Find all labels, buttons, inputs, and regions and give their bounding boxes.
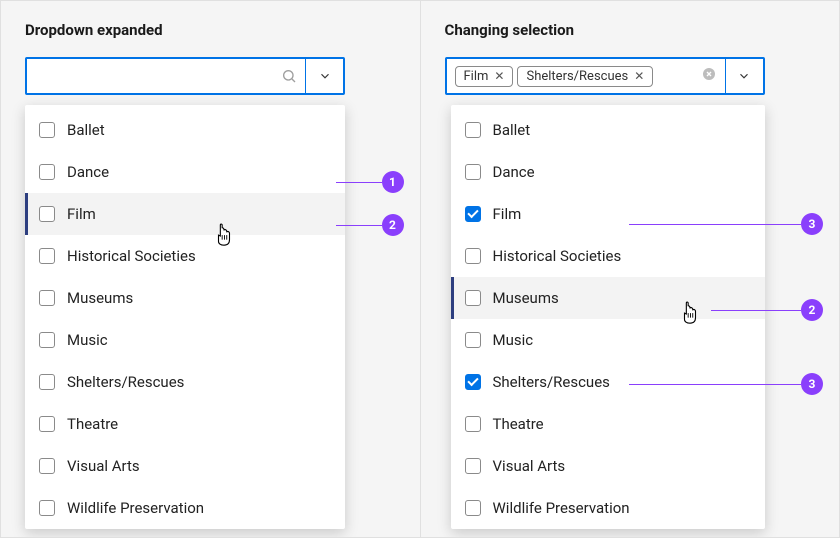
annotation: 2 (336, 214, 404, 236)
option-checkbox[interactable] (39, 374, 55, 390)
combo-input-area[interactable]: Film ✕ Shelters/Rescues ✕ (447, 59, 725, 93)
option-row[interactable]: Music (25, 319, 345, 361)
annotation: 3 (629, 373, 823, 395)
option-checkbox[interactable] (39, 332, 55, 348)
chevron-down-icon (318, 69, 332, 83)
option-checkbox[interactable] (39, 500, 55, 516)
option-row[interactable]: Museums (25, 277, 345, 319)
option-row[interactable]: Theatre (25, 403, 345, 445)
option-checkbox[interactable] (465, 500, 481, 516)
option-checkbox[interactable] (465, 332, 481, 348)
option-label: Shelters/Rescues (67, 373, 184, 391)
panel-changing-selection: Changing selection Film✕Shelters/Rescues… (421, 0, 840, 538)
panel-dropdown-expanded: Dropdown expanded Ballet Dance Film Histori… (0, 0, 421, 538)
annotation: 2 (711, 299, 823, 321)
option-label: Dance (493, 163, 535, 181)
combo-input-area[interactable] (27, 59, 305, 93)
option-row[interactable]: Dance (451, 151, 765, 193)
option-checkbox[interactable] (39, 122, 55, 138)
multiselect-combo[interactable] (25, 57, 345, 95)
option-checkbox[interactable] (465, 164, 481, 180)
canvas: Dropdown expanded Ballet Dance Film Histori… (0, 0, 840, 538)
option-checkbox[interactable] (39, 416, 55, 432)
option-label: Historical Societies (67, 247, 196, 265)
option-checkbox[interactable] (39, 206, 55, 222)
option-label: Film (67, 205, 96, 223)
panel-title: Dropdown expanded (25, 21, 396, 39)
option-checkbox[interactable] (465, 374, 481, 390)
chip-remove-icon[interactable]: ✕ (494, 70, 504, 82)
option-label: Theatre (67, 415, 118, 433)
option-label: Wildlife Preservation (67, 499, 204, 517)
option-checkbox[interactable] (39, 290, 55, 306)
annotation-badge: 1 (382, 171, 404, 193)
option-row[interactable]: Wildlife Preservation (451, 487, 765, 529)
option-label: Ballet (67, 121, 105, 139)
option-label: Visual Arts (67, 457, 140, 475)
option-checkbox[interactable] (39, 458, 55, 474)
chip-label: Shelters/Rescues (526, 69, 628, 84)
annotation-badge: 2 (801, 299, 823, 321)
clear-all-icon[interactable] (701, 66, 717, 86)
option-label: Historical Societies (493, 247, 622, 265)
option-row[interactable]: Historical Societies (451, 235, 765, 277)
option-label: Theatre (493, 415, 544, 433)
option-row[interactable]: Historical Societies (25, 235, 345, 277)
option-checkbox[interactable] (465, 458, 481, 474)
multiselect-combo[interactable]: Film ✕ Shelters/Rescues ✕ (445, 57, 765, 95)
annotation-line (336, 225, 382, 226)
option-checkbox[interactable] (39, 164, 55, 180)
annotation-line (336, 182, 382, 183)
selected-chip[interactable]: Film ✕ (455, 66, 514, 87)
option-row[interactable]: Ballet (451, 109, 765, 151)
selected-chip[interactable]: Shelters/Rescues ✕ (517, 66, 653, 87)
combo-toggle[interactable] (305, 59, 343, 93)
option-checkbox[interactable] (465, 206, 481, 222)
option-label: Music (67, 331, 108, 349)
annotation-badge: 3 (801, 373, 823, 395)
option-row[interactable]: Wildlife Preservation (25, 487, 345, 529)
option-checkbox[interactable] (465, 122, 481, 138)
option-label: Music (493, 331, 534, 349)
option-label: Film (493, 205, 522, 223)
option-checkbox[interactable] (465, 416, 481, 432)
option-row[interactable]: Music (451, 319, 765, 361)
option-row[interactable]: Theatre (451, 403, 765, 445)
annotation-line (629, 224, 801, 225)
option-checkbox[interactable] (39, 248, 55, 264)
chip-remove-icon[interactable]: ✕ (634, 70, 644, 82)
option-row[interactable]: Film (25, 193, 345, 235)
annotation-badge: 3 (801, 213, 823, 235)
option-row[interactable]: Dance (25, 151, 345, 193)
chip-label: Film (464, 69, 489, 84)
chevron-down-icon (737, 69, 751, 83)
combo-toggle[interactable] (725, 59, 763, 93)
option-label: Museums (493, 289, 559, 307)
option-label: Museums (67, 289, 133, 307)
option-label: Shelters/Rescues (493, 373, 610, 391)
annotation-line (711, 310, 801, 311)
option-label: Dance (67, 163, 109, 181)
annotation: 1 (336, 171, 404, 193)
panel-title: Changing selection (445, 21, 816, 39)
option-label: Wildlife Preservation (493, 499, 630, 517)
search-icon (281, 68, 297, 84)
option-row[interactable]: Shelters/Rescues (25, 361, 345, 403)
option-row[interactable]: Ballet (25, 109, 345, 151)
annotation-line (629, 384, 801, 385)
option-row[interactable]: Visual Arts (451, 445, 765, 487)
option-checkbox[interactable] (465, 290, 481, 306)
annotation: 3 (629, 213, 823, 235)
annotation-badge: 2 (382, 214, 404, 236)
option-label: Visual Arts (493, 457, 566, 475)
options-menu: Ballet Dance Film Historical Societies Museu… (25, 105, 345, 529)
option-label: Ballet (493, 121, 531, 139)
option-checkbox[interactable] (465, 248, 481, 264)
option-row[interactable]: Visual Arts (25, 445, 345, 487)
